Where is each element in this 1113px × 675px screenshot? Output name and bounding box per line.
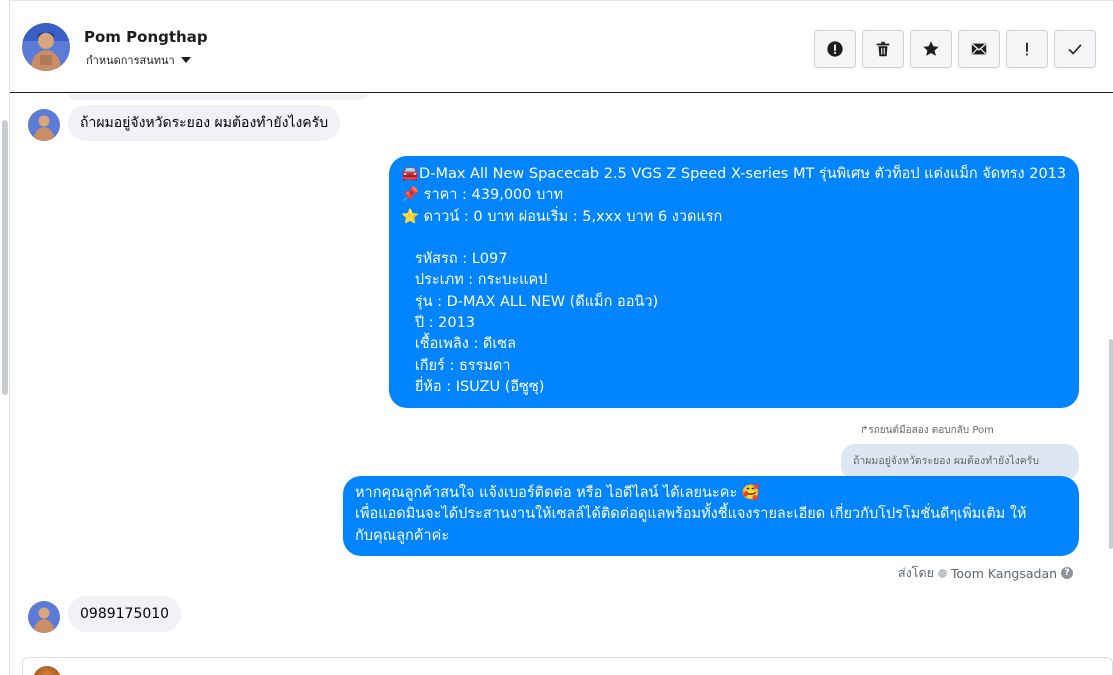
left-panel-edge — [0, 0, 10, 675]
outgoing-message-reply[interactable]: หากคุณลูกค้าสนใจ แจ้งเบอร์ติดต่อ หรือ ไอ… — [343, 476, 1079, 556]
message-list[interactable]: ถ้าผมอยู่จังหวัดระยอง ผมต้องทำยังไงครับ … — [10, 94, 1113, 659]
conversation-header: Pom Pongthap กำหนดการสนทนา — [10, 0, 1113, 93]
sent-by-name[interactable]: Toom Kangsadan — [951, 566, 1057, 581]
header-actions — [814, 30, 1096, 68]
sent-by-label: ส่งโดย — [898, 565, 934, 580]
done-button[interactable] — [1054, 30, 1096, 68]
contact-name[interactable]: Pom Pongthap — [84, 28, 208, 46]
trash-icon — [876, 41, 890, 57]
help-icon[interactable]: ? — [1061, 567, 1074, 579]
previous-message-partial — [68, 94, 368, 100]
reply-composer[interactable] — [22, 657, 1113, 675]
star-button[interactable] — [910, 30, 952, 68]
conversation-view: Pom Pongthap กำหนดการสนทนา ถ้าผมอยู่จังห… — [0, 0, 1113, 675]
caret-down-icon — [180, 57, 191, 63]
right-scrollbar[interactable] — [1109, 94, 1113, 659]
exclamation-icon — [1026, 42, 1028, 56]
contact-avatar[interactable] — [22, 23, 70, 71]
assign-label: กำหนดการสนทนา — [86, 54, 175, 67]
assign-conversation-dropdown[interactable]: กำหนดการสนทนา — [86, 51, 191, 69]
outgoing-message-car-listing[interactable]: 🚘D-Max All New Spacecab 2.5 VGS Z Speed … — [389, 156, 1079, 408]
alert-circle-icon — [827, 41, 843, 57]
incoming-message[interactable]: 0989175010 — [68, 596, 182, 632]
page-check-icon — [937, 568, 947, 578]
incoming-message[interactable]: ถ้าผมอยู่จังหวัดระยอง ผมต้องทำยังไงครับ — [68, 105, 341, 141]
sender-avatar[interactable] — [28, 601, 60, 633]
sent-by-info: ส่งโดย Toom Kangsadan ? — [898, 563, 1074, 583]
page-avatar — [33, 666, 61, 675]
sender-avatar[interactable] — [28, 109, 60, 141]
star-icon — [923, 41, 939, 56]
mark-unread-button[interactable] — [958, 30, 1000, 68]
important-button[interactable] — [1006, 30, 1048, 68]
envelope-icon — [971, 43, 987, 55]
checkmark-icon — [1068, 44, 1082, 55]
report-button[interactable] — [814, 30, 856, 68]
delete-button[interactable] — [862, 30, 904, 68]
quoted-message[interactable]: ถ้าผมอยู่จังหวัดระยอง ผมต้องทำยังไงครับ — [841, 444, 1079, 480]
scrollbar-thumb[interactable] — [1109, 339, 1113, 549]
reply-context-label: ↱รถยนต์มือสอง ตอบกลับ Pom — [860, 425, 994, 436]
left-scrollbar[interactable] — [2, 120, 8, 395]
